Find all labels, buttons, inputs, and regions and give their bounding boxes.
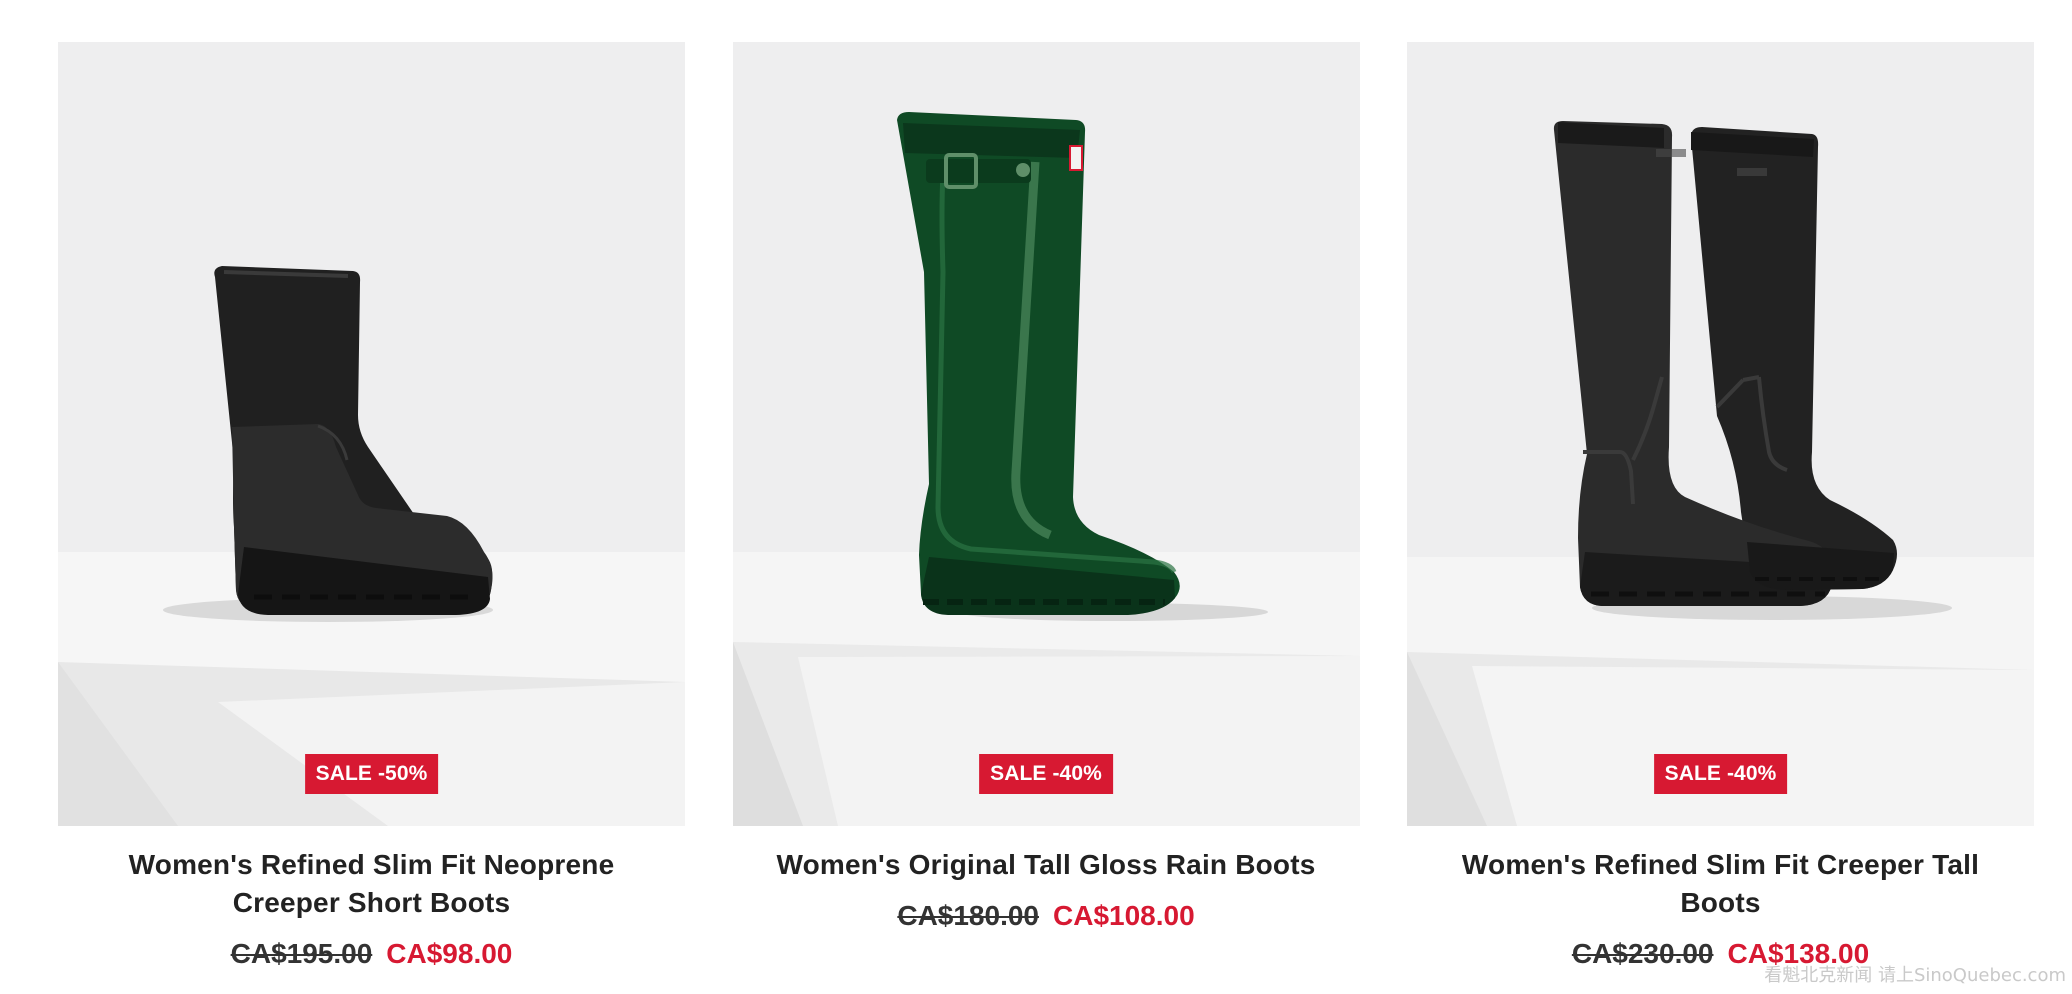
- product-card[interactable]: SALE -40% Women's Original Tall Gloss Ra…: [732, 42, 1360, 972]
- product-image[interactable]: SALE -40%: [1407, 42, 2034, 826]
- green-rain-boot-icon: [896, 112, 1268, 621]
- product-image[interactable]: SALE -50%: [58, 42, 685, 826]
- original-price: CA$195.00: [230, 938, 373, 969]
- price-row: CA$180.00 CA$108.00: [897, 898, 1194, 934]
- sale-price: CA$98.00: [386, 938, 513, 969]
- product-card[interactable]: SALE -40% Women's Refined Slim Fit Creep…: [1407, 42, 2034, 972]
- product-title[interactable]: Women's Original Tall Gloss Rain Boots: [756, 846, 1336, 884]
- sale-badge: SALE -50%: [304, 754, 439, 794]
- watermark-text: 看魁北克新闻 请上SinoQuebec.com: [1764, 965, 2066, 986]
- price-row: CA$195.00 CA$98.00: [231, 936, 513, 972]
- original-price: CA$180.00: [897, 900, 1039, 931]
- sale-badge: SALE -40%: [1653, 754, 1788, 794]
- sale-badge: SALE -40%: [979, 754, 1113, 794]
- original-price: CA$230.00: [1571, 938, 1714, 969]
- sale-price: CA$108.00: [1053, 900, 1195, 931]
- product-grid: SALE -50% Women's Refined Slim Fit Neopr…: [58, 42, 2034, 972]
- product-image[interactable]: SALE -40%: [732, 42, 1360, 826]
- product-title[interactable]: Women's Refined Slim Fit Neoprene Creepe…: [82, 846, 662, 922]
- tall-black-boots-icon: [1553, 121, 1952, 620]
- product-card[interactable]: SALE -50% Women's Refined Slim Fit Neopr…: [58, 42, 685, 972]
- product-title[interactable]: Women's Refined Slim Fit Creeper Tall Bo…: [1431, 846, 2011, 922]
- short-neoprene-boot-icon: [163, 266, 493, 622]
